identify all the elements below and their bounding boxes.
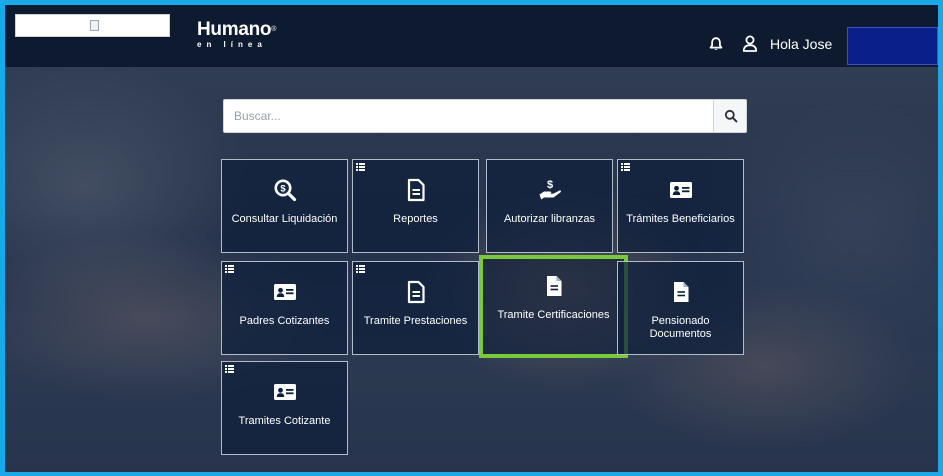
broken-image-placeholder <box>15 14 170 37</box>
user-greeting[interactable]: Hola Jose <box>770 36 832 52</box>
user-icon[interactable] <box>742 35 758 52</box>
tile-consultar-liquidacion[interactable]: $ Consultar Liquidación <box>221 159 348 253</box>
tile-autorizar-libranzas[interactable]: $ Autorizar libranzas <box>486 159 613 253</box>
tile-reportes[interactable]: Reportes <box>352 159 479 253</box>
tile-pensionado-documentos[interactable]: Pensionado Documentos <box>617 261 744 355</box>
menu-icon <box>356 163 365 171</box>
file-icon <box>546 276 561 296</box>
menu-icon <box>621 163 630 171</box>
search-bar <box>223 99 747 133</box>
search-input[interactable] <box>224 100 714 132</box>
file-icon <box>673 282 688 302</box>
tile-label: Padres Cotizantes <box>239 315 330 327</box>
svg-text:$: $ <box>546 179 552 191</box>
hand-dollar-icon: $ <box>539 179 561 200</box>
tile-label: Pensionado Documentos <box>649 315 712 340</box>
search-button[interactable] <box>713 100 746 132</box>
tile-label: Tramite Certificaciones <box>497 309 610 321</box>
redacted-user-name <box>847 27 938 65</box>
tile-label: Reportes <box>393 213 438 225</box>
tile-tramites-cotizante[interactable]: Tramites Cotizante <box>221 361 348 455</box>
logo-brand: Humano® <box>197 19 277 40</box>
tile-tramites-beneficiarios[interactable]: Trámites Beneficiarios <box>617 159 744 253</box>
tile-label: Trámites Beneficiarios <box>626 213 735 225</box>
menu-icon <box>225 365 234 373</box>
search-dollar-icon: $ <box>274 179 296 202</box>
tile-label: Tramite Prestaciones <box>363 315 468 327</box>
search-icon <box>724 109 738 123</box>
logo-subtitle: en línea <box>197 40 267 49</box>
tile-tramite-prestaciones[interactable]: Tramite Prestaciones <box>352 261 479 355</box>
tile-label: Autorizar libranzas <box>503 213 596 225</box>
document-icon <box>407 178 425 202</box>
tile-label: Tramites Cotizante <box>238 415 331 427</box>
tile-padres-cotizantes[interactable]: Padres Cotizantes <box>221 261 348 355</box>
app-window: Humano® en línea Hola Jose $ Co <box>0 0 943 476</box>
document-icon <box>407 280 425 304</box>
id-card-icon <box>273 284 296 300</box>
id-card-icon <box>273 384 296 400</box>
id-card-icon <box>669 182 692 198</box>
broken-image-icon <box>90 20 99 31</box>
tile-label: Consultar Liquidación <box>231 213 338 225</box>
bell-icon[interactable] <box>708 36 724 52</box>
menu-icon <box>225 265 234 273</box>
svg-text:$: $ <box>280 184 286 195</box>
tile-tramite-certificaciones[interactable]: Tramite Certificaciones <box>479 255 628 358</box>
menu-icon <box>356 265 365 273</box>
logo[interactable]: Humano® en línea <box>197 19 277 49</box>
top-bar: Humano® en línea Hola Jose <box>5 5 938 67</box>
